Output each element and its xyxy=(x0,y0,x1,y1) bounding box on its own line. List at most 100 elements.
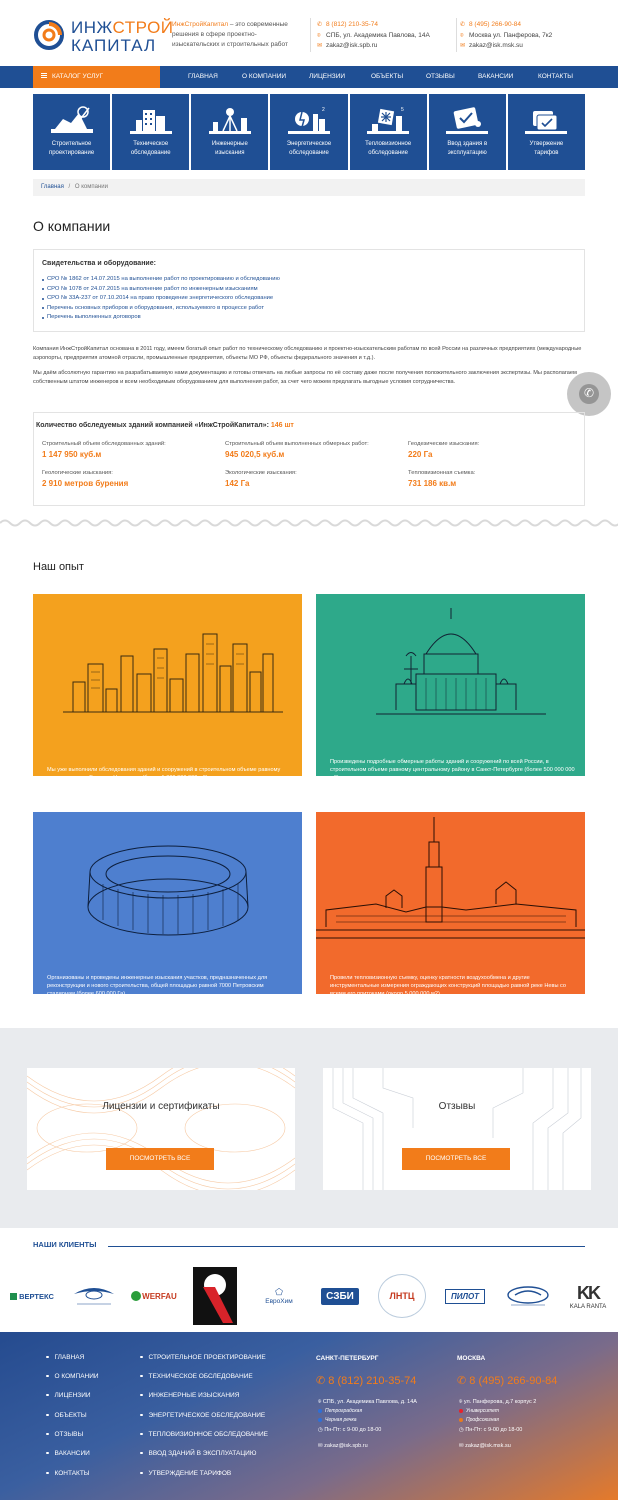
licenses-view-all-button[interactable]: ПОСМОТРЕТЬ ВСЕ xyxy=(106,1148,214,1170)
certificate-link[interactable]: СРО № 1862 от 14.07.2015 на выполнение р… xyxy=(42,275,280,285)
client-logo-eurochem[interactable]: ⬠ ЕвроХим xyxy=(252,1266,306,1326)
phone-icon: ✆ xyxy=(316,1375,329,1387)
footer-service-link[interactable]: СТРОИТЕЛЬНОЕ ПРОЕКТИРОВАНИЕ xyxy=(140,1354,266,1361)
footer-service-link[interactable]: ИНЖЕНЕРНЫЕ ИЗЫСКАНИЯ xyxy=(140,1392,240,1399)
client-logos: ВЕРТЕКС WERFAU ⬠ ЕвроХим СЗБИ ЛНТЦ ПИЛОТ … xyxy=(0,1266,618,1326)
spb-phone[interactable]: 8 (812) 210-35-74 xyxy=(326,20,378,31)
footer-address-spb: ⌾ СПБ, ул. Академика Павлова, д. 14А xyxy=(318,1399,417,1405)
footer-phone-msk[interactable]: ✆ 8 (495) 266-90-84 xyxy=(457,1374,557,1387)
spb-address: СПБ, ул. Академика Павлова, 14А xyxy=(326,31,430,39)
nav-about[interactable]: О КОМПАНИИ xyxy=(242,66,286,88)
energy-audit-icon: 2 xyxy=(287,107,330,134)
nav-home[interactable]: ГЛАВНАЯ xyxy=(188,66,218,88)
breadcrumb-home[interactable]: Главная xyxy=(41,184,64,190)
licenses-title: Лицензии и сертификаты xyxy=(102,1101,220,1112)
service-thermal-imaging[interactable]: 5 Тепловизионное обследование xyxy=(349,94,427,170)
oval-logo-icon xyxy=(507,1286,549,1306)
service-commissioning[interactable]: Ввод здания в эксплуатацию xyxy=(428,94,506,170)
nav-objects[interactable]: ОБЪЕКТЫ xyxy=(371,66,403,88)
footer-service-link[interactable]: ЭНЕРГЕТИЧЕСКОЕ ОБСЛЕДОВАНИЕ xyxy=(140,1412,266,1419)
phone-icon: ✆ xyxy=(460,22,466,29)
experience-card: Мы уже выполнили обследования зданий и с… xyxy=(33,594,302,776)
certificates-box: Свидетельства и оборудование: СРО № 1862… xyxy=(33,249,585,332)
service-tariff-approval[interactable]: Утвержение тарифов xyxy=(507,94,585,170)
certificate-link[interactable]: СРО № 1078 от 24.07.2015 на выполнение р… xyxy=(42,285,280,295)
stats-title: Количество обследуемых зданий компанией … xyxy=(36,422,294,429)
kk-logo-icon: KK xyxy=(577,1282,601,1303)
footer-link[interactable]: КОНТАКТЫ xyxy=(46,1470,90,1477)
stat-item: Строительный объем обследованных зданий:… xyxy=(42,441,166,459)
mail-icon: ✉ xyxy=(460,43,466,50)
footer-metro-spb-2: Черная речка xyxy=(318,1417,357,1423)
metro-line-icon xyxy=(318,1408,322,1413)
msk-email[interactable]: zakaz@isk.msk.su xyxy=(469,41,523,52)
client-logo-szbi[interactable]: СЗБИ xyxy=(312,1266,368,1326)
svg-text:5: 5 xyxy=(401,107,404,113)
msk-phone[interactable]: 8 (495) 266-90-84 xyxy=(469,20,521,31)
footer-link[interactable]: О КОМПАНИИ xyxy=(46,1373,99,1380)
catalog-button[interactable]: КАТАЛОГ УСЛУГ xyxy=(33,66,160,88)
spb-email[interactable]: zakaz@isk.spb.ru xyxy=(326,41,377,52)
certificate-link[interactable]: Перечень основных приборов и оборудовани… xyxy=(42,304,280,314)
reviews-title: Отзывы xyxy=(438,1101,476,1112)
footer-link[interactable]: ОБЪЕКТЫ xyxy=(46,1412,87,1419)
experience-card-text: Организованы и проведены инженерные изыс… xyxy=(47,975,268,994)
about-paragraph-2: Мы даём абсолютную гарантию на разрабаты… xyxy=(33,370,577,385)
vertex-logo-icon xyxy=(10,1292,18,1300)
breadcrumb-current: О компании xyxy=(74,184,108,190)
contacts-spb: ✆ 8 (812) 210-35-74 ⌾ СПБ, ул. Академика П… xyxy=(317,20,430,52)
service-engineering-survey[interactable]: Инженерные изыскания xyxy=(191,94,269,170)
nav-contacts[interactable]: КОНТАКТЫ xyxy=(538,66,573,88)
client-logo-pilot[interactable]: ПИЛОТ xyxy=(436,1266,494,1326)
experience-card-text: Произведены подробные обмерные работы зд… xyxy=(330,759,575,776)
about-paragraph-1: Компания ИнжСтройКапитал основана в 2011… xyxy=(33,346,582,361)
main-nav: КАТАЛОГ УСЛУГ ГЛАВНАЯ О КОМПАНИИ ЛИЦЕНЗИ… xyxy=(0,66,618,88)
certificates-title: Свидетельства и оборудование: xyxy=(42,260,156,267)
client-logo-kala-ranta[interactable]: KK KALA RANTA xyxy=(560,1266,616,1326)
wave-divider xyxy=(0,519,618,527)
metro-line-icon xyxy=(459,1408,463,1413)
logo-text-line1: ИНЖСТРОЙ xyxy=(71,18,174,37)
footer-service-link[interactable]: ТЕХНИЧЕСКОЕ ОБСЛЕДОВАНИЕ xyxy=(140,1373,253,1380)
reviews-block: Отзывы ПОСМОТРЕТЬ ВСЕ xyxy=(323,1068,591,1190)
client-logo-emblem[interactable] xyxy=(190,1266,240,1326)
stat-item: Геологические изыскания: 2 910 метров бур… xyxy=(42,470,129,488)
slogan: ИнжСтройКапитал – это современные решени… xyxy=(172,21,288,48)
footer-link[interactable]: ВАКАНСИИ xyxy=(46,1450,90,1457)
footer-email-spb[interactable]: ✉ zakaz@isk.spb.ru xyxy=(318,1442,368,1450)
reviews-view-all-button[interactable]: ПОСМОТРЕТЬ ВСЕ xyxy=(402,1148,510,1170)
site-logo[interactable]: ИНЖСТРОЙ КАПИТАЛ xyxy=(33,18,175,58)
callback-button[interactable]: ✆ xyxy=(567,372,611,416)
footer-service-link[interactable]: ТЕПЛОВИЗИОННОЕ ОБСЛЕДОВАНИЕ xyxy=(140,1431,269,1438)
breadcrumb-separator: / xyxy=(68,184,71,190)
cathedral-illustration xyxy=(376,608,546,715)
footer-email-msk[interactable]: ✉ zakaz@isk.msk.su xyxy=(459,1442,511,1450)
client-logo-vertex[interactable]: ВЕРТЕКС xyxy=(4,1266,60,1326)
nav-reviews[interactable]: ОТЗЫВЫ xyxy=(426,66,455,88)
client-logo-spb-oval[interactable] xyxy=(500,1266,556,1326)
footer-service-link[interactable]: УТВЕРЖДЕНИЕ ТАРИФОВ xyxy=(140,1470,232,1477)
footer-link[interactable]: ГЛАВНАЯ xyxy=(46,1354,85,1361)
werfau-logo-icon xyxy=(131,1291,142,1301)
stat-item: Тепловизионная съемка: 731 186 кв.м xyxy=(408,470,476,488)
client-logo-werfau[interactable]: WERFAU xyxy=(126,1266,182,1326)
engineering-survey-icon xyxy=(208,108,251,134)
footer-link[interactable]: ЛИЦЕНЗИИ xyxy=(46,1392,91,1399)
nav-licenses[interactable]: ЛИЦЕНЗИИ xyxy=(309,66,345,88)
experience-card-text: Мы уже выполнили обследования зданий и с… xyxy=(47,767,281,776)
guilloche-pattern xyxy=(27,1068,295,1190)
certificate-link[interactable]: Перечень выполненных договоров xyxy=(42,313,280,323)
certificate-link[interactable]: СРО № 33А-237 от 07.10.2014 на право про… xyxy=(42,294,280,304)
nav-vacancies[interactable]: ВАКАНСИИ xyxy=(478,66,513,88)
footer-service-link[interactable]: ВВОД ЗДАНИЙ В ЭКСПЛУАТАЦИЮ xyxy=(140,1450,257,1457)
service-construction-design[interactable]: Строительное проектирование xyxy=(33,94,111,170)
footer-link[interactable]: ОТЗЫВЫ xyxy=(46,1431,84,1438)
site-footer: ГЛАВНАЯ О КОМПАНИИ ЛИЦЕНЗИИ ОБЪЕКТЫ ОТЗЫ… xyxy=(0,1332,618,1500)
footer-phone-spb[interactable]: ✆ 8 (812) 210-35-74 xyxy=(316,1374,416,1387)
lines-pattern xyxy=(332,1068,582,1190)
experience-card-text: Провели тепловизионную съемку, оценку кр… xyxy=(330,975,567,994)
service-building-inspection[interactable]: Техническое обследование xyxy=(112,94,190,170)
service-energy-audit[interactable]: 2 Энергетическое обследование xyxy=(270,94,348,170)
client-logo-lntc[interactable]: ЛНТЦ xyxy=(376,1266,428,1326)
client-logo-wings[interactable] xyxy=(66,1266,122,1326)
